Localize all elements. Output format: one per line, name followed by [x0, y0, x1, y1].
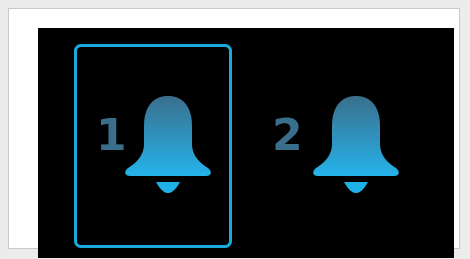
bell-icon: [125, 96, 211, 193]
alarm-number: 2: [272, 110, 303, 161]
alarm-1-tile[interactable]: 1: [74, 28, 244, 258]
alarm-2-tile[interactable]: 2: [264, 28, 434, 258]
alarm-screen: 1 2: [38, 28, 454, 258]
window-frame: 1 2: [8, 8, 460, 258]
bell-icon: [313, 96, 399, 193]
